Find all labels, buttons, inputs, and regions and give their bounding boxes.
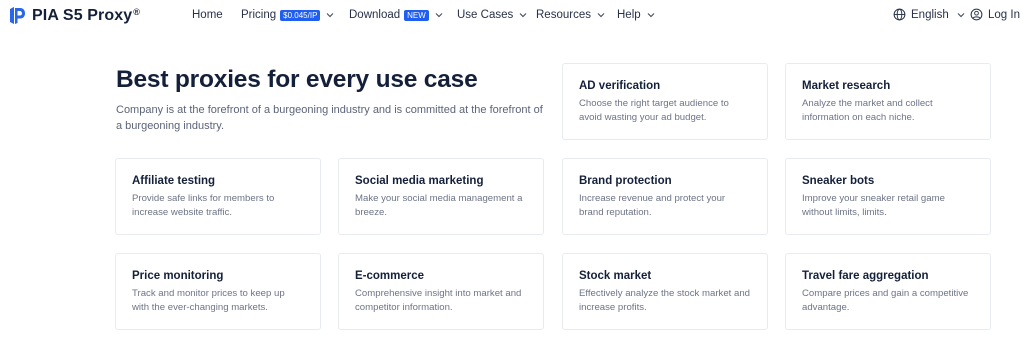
user-icon bbox=[970, 8, 983, 21]
nav-home-label: Home bbox=[192, 9, 223, 21]
nav-use-cases-label: Use Cases bbox=[457, 9, 514, 21]
use-case-card-travel-fare-aggregation[interactable]: Travel fare aggregation Compare prices a… bbox=[785, 253, 991, 330]
chevron-down-icon bbox=[435, 13, 443, 18]
globe-icon bbox=[893, 8, 906, 21]
page-description: Company is at the forefront of a burgeon… bbox=[116, 104, 543, 132]
card-description: Compare prices and gain a competitive ad… bbox=[802, 288, 969, 313]
use-case-card-brand-protection[interactable]: Brand protection Increase revenue and pr… bbox=[562, 158, 768, 235]
nav-resources[interactable]: Resources bbox=[536, 9, 605, 21]
nav-help[interactable]: Help bbox=[617, 9, 655, 21]
use-case-card-social-media-marketing[interactable]: Social media marketing Make your social … bbox=[338, 158, 544, 235]
pricing-badge: $0.045/IP bbox=[280, 9, 321, 21]
card-title: Price monitoring bbox=[132, 270, 224, 282]
chevron-down-icon bbox=[519, 13, 527, 18]
use-case-card-e-commerce[interactable]: E-commerce Comprehensive insight into ma… bbox=[338, 253, 544, 330]
use-case-card-stock-market[interactable]: Stock market Effectively analyze the sto… bbox=[562, 253, 768, 330]
nav-home[interactable]: Home bbox=[192, 9, 223, 21]
card-description: Provide safe links for members to increa… bbox=[132, 193, 275, 218]
card-description: Choose the right target audience to avoi… bbox=[579, 98, 729, 123]
nav-use-cases[interactable]: Use Cases bbox=[457, 9, 527, 21]
language-label: English bbox=[911, 8, 949, 21]
brand-registered-mark: ® bbox=[133, 6, 140, 17]
brand-name: PIA S5 Proxy bbox=[32, 6, 133, 24]
use-case-card-ad-verification[interactable]: AD verification Choose the right target … bbox=[562, 63, 768, 140]
card-title: Affiliate testing bbox=[132, 175, 216, 187]
login-label: Log In bbox=[988, 8, 1020, 21]
language-selector[interactable]: English bbox=[893, 8, 965, 21]
card-description: Comprehensive insight into market and co… bbox=[355, 288, 522, 313]
card-title: Brand protection bbox=[579, 175, 672, 187]
use-case-card-sneaker-bots[interactable]: Sneaker bots Improve your sneaker retail… bbox=[785, 158, 991, 235]
pia-logo-icon bbox=[10, 7, 25, 24]
chevron-down-icon bbox=[326, 13, 334, 18]
card-description: Improve your sneaker retail game without… bbox=[802, 193, 945, 218]
card-title: Sneaker bots bbox=[802, 175, 875, 187]
use-case-card-affiliate-testing[interactable]: Affiliate testing Provide safe links for… bbox=[115, 158, 321, 235]
card-title: Market research bbox=[802, 80, 891, 92]
card-description: Effectively analyze the stock market and… bbox=[579, 288, 750, 313]
card-description: Increase revenue and protect your brand … bbox=[579, 193, 726, 218]
card-description: Make your social media management a bree… bbox=[355, 193, 523, 218]
card-title: E-commerce bbox=[355, 270, 425, 282]
nav-download[interactable]: Download NEW bbox=[349, 9, 443, 21]
chevron-down-icon bbox=[647, 13, 655, 18]
card-description: Track and monitor prices to keep up with… bbox=[132, 288, 285, 313]
login-button[interactable]: Log In bbox=[970, 8, 1020, 21]
download-badge: NEW bbox=[404, 9, 429, 21]
card-title: Stock market bbox=[579, 270, 652, 282]
use-case-card-market-research[interactable]: Market research Analyze the market and c… bbox=[785, 63, 991, 140]
chevron-down-icon bbox=[957, 12, 965, 17]
top-navbar: PIA S5 Proxy ® Home Pricing $0.045/IP Do… bbox=[0, 0, 1024, 32]
brand-logo[interactable]: PIA S5 Proxy ® bbox=[8, 6, 140, 25]
nav-download-label: Download bbox=[349, 9, 401, 21]
nav-pricing[interactable]: Pricing $0.045/IP bbox=[241, 9, 334, 21]
card-title: Social media marketing bbox=[355, 175, 484, 187]
nav-resources-label: Resources bbox=[536, 9, 591, 21]
card-description: Analyze the market and collect informati… bbox=[802, 98, 933, 123]
card-title: AD verification bbox=[579, 80, 661, 92]
nav-help-label: Help bbox=[617, 9, 641, 21]
card-title: Travel fare aggregation bbox=[802, 270, 929, 282]
chevron-down-icon bbox=[597, 13, 605, 18]
nav-pricing-label: Pricing bbox=[241, 9, 277, 21]
page-title: Best proxies for every use case bbox=[116, 66, 478, 93]
use-case-card-price-monitoring[interactable]: Price monitoring Track and monitor price… bbox=[115, 253, 321, 330]
